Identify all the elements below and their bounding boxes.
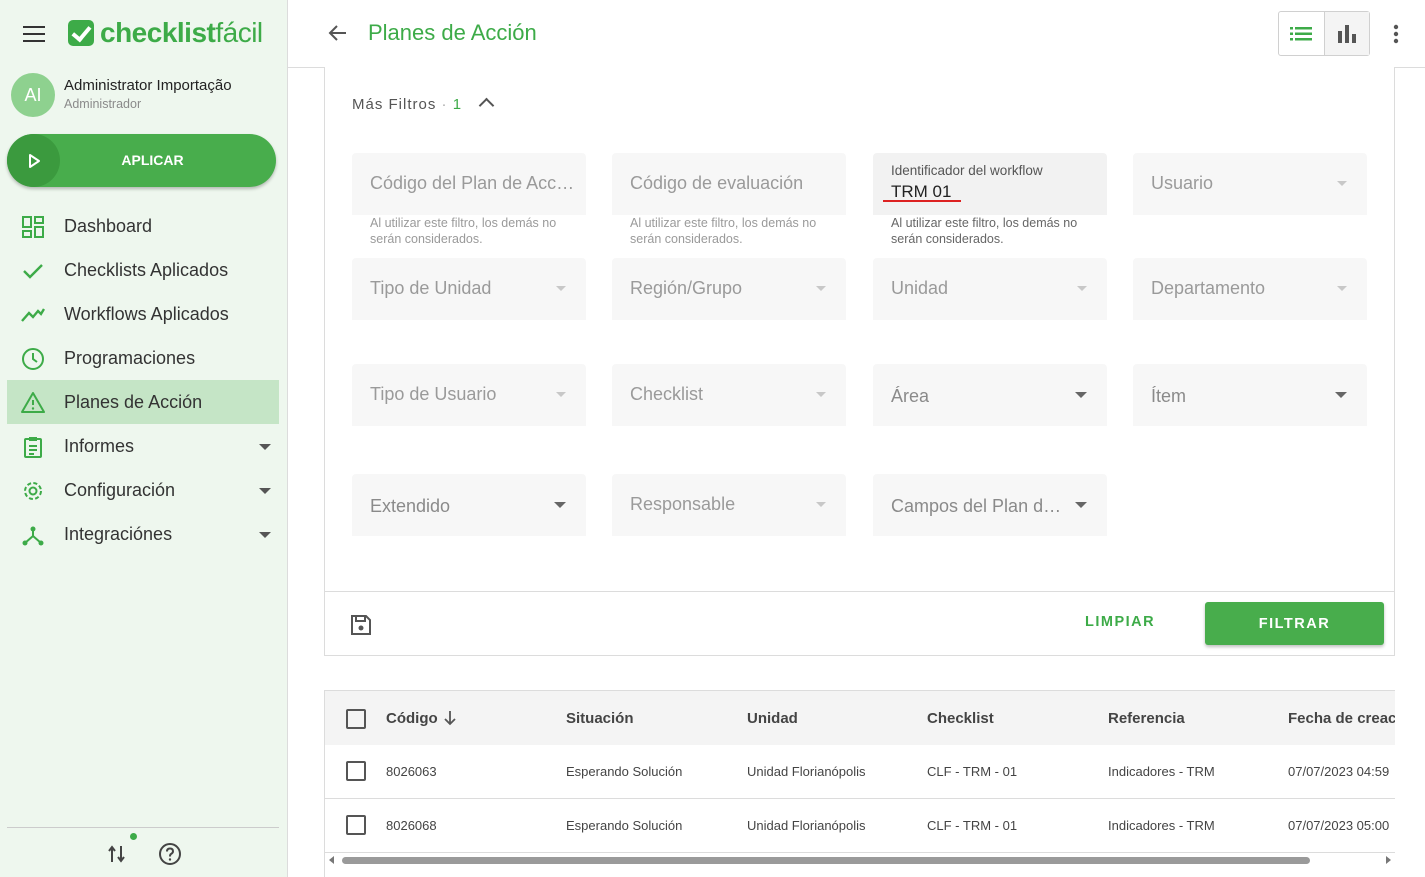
sidebar-item-integraciones[interactable]: Integraciónes (0, 512, 287, 556)
dropdown-arrow-icon (1337, 286, 1347, 291)
table-row[interactable]: 8026068 Esperando Solución Unidad Floria… (325, 799, 1395, 853)
clear-button[interactable]: LIMPIAR (1085, 614, 1155, 630)
list-icon (1290, 26, 1313, 40)
field-hint: Al utilizar este filtro, los demás no se… (891, 216, 1078, 246)
column-header[interactable]: Código (386, 710, 438, 727)
column-header[interactable]: Fecha de creación (1288, 710, 1395, 727)
scrollbar-thumb[interactable] (342, 857, 1310, 864)
row-checkbox[interactable] (346, 815, 366, 835)
area-select[interactable]: Área (873, 364, 1107, 426)
more-filters-toggle[interactable]: Más Filtros · 1 (352, 96, 495, 114)
dropdown-arrow-icon (1077, 286, 1087, 291)
action-plan-code-field[interactable]: Código del Plan de Acción (352, 153, 586, 215)
item-select[interactable]: Ítem (1133, 364, 1367, 426)
field-hint: Al utilizar este filtro, los demás no se… (630, 216, 817, 246)
sidebar-item-configuracion[interactable]: Configuración (0, 468, 287, 512)
campos-plan-select[interactable]: Campos del Plan de Acción (873, 474, 1107, 536)
list-view-button[interactable] (1279, 12, 1324, 55)
dropdown-arrow-icon (816, 392, 826, 397)
checklist-select[interactable]: Checklist (612, 364, 846, 426)
select-all-checkbox[interactable] (346, 709, 366, 729)
workflow-id-value: TRM 01 (891, 182, 952, 201)
table-header: Código Situación Unidad Checklist Refere… (325, 690, 1395, 746)
table-row[interactable]: 8026063 Esperando Solución Unidad Floria… (325, 745, 1395, 799)
user-name: Administrator Importação (64, 77, 232, 94)
sidebar-nav: Dashboard Checklists Aplicados Workflows… (0, 204, 287, 556)
gear-icon (24, 482, 42, 500)
usuario-select[interactable]: Usuario (1133, 153, 1367, 215)
save-icon[interactable] (349, 613, 373, 637)
unidad-select[interactable]: Unidad (873, 258, 1107, 320)
column-header[interactable]: Checklist (927, 710, 994, 727)
divider (325, 591, 1394, 592)
sync-icon[interactable] (106, 842, 128, 866)
filter-panel: Más Filtros · 1 Código del Plan de Acció… (324, 67, 1395, 656)
evaluation-code-field[interactable]: Código de evaluación (612, 153, 846, 215)
column-header[interactable]: Referencia (1108, 710, 1185, 727)
divider (7, 827, 279, 828)
dropdown-arrow-icon (554, 502, 566, 508)
row-checkbox[interactable] (346, 761, 366, 781)
clock-icon (22, 348, 44, 370)
tipo-usuario-select[interactable]: Tipo de Usuario (352, 364, 586, 426)
more-vert-icon[interactable] (1388, 22, 1404, 46)
filter-count-badge: 1 (452, 96, 463, 113)
logo: checklistfácil (68, 17, 263, 49)
sidebar-item-planes-de-accion[interactable]: Planes de Acción (7, 380, 279, 424)
clipboard-icon (24, 437, 42, 458)
apply-button[interactable]: APLICAR (7, 134, 276, 187)
sidebar-item-dashboard[interactable]: Dashboard (0, 204, 287, 248)
sidebar: checklistfácil AI Administrator Importaç… (0, 0, 288, 877)
chevron-up-icon (478, 97, 495, 114)
menu-icon[interactable] (23, 26, 45, 42)
top-bar: Planes de Acción (288, 0, 1425, 68)
responsable-select[interactable]: Responsable (612, 474, 846, 536)
dropdown-arrow-icon (556, 392, 566, 397)
chart-view-button[interactable] (1323, 12, 1369, 55)
dropdown-arrow-icon (816, 502, 826, 507)
page-title: Planes de Acción (368, 20, 537, 45)
column-header[interactable]: Situación (566, 710, 634, 727)
dropdown-arrow-icon (556, 286, 566, 291)
logo-check-icon (68, 20, 94, 46)
filter-button[interactable]: FILTRAR (1205, 602, 1384, 645)
departamento-select[interactable]: Departamento (1133, 258, 1367, 320)
spellcheck-underline (883, 200, 961, 202)
sidebar-item-programaciones[interactable]: Programaciones (0, 336, 287, 380)
check-icon (23, 264, 43, 279)
dropdown-arrow-icon (816, 286, 826, 291)
field-hint: Al utilizar este filtro, los demás no se… (370, 216, 557, 246)
dropdown-arrow-icon (1337, 181, 1347, 186)
sidebar-item-checklists[interactable]: Checklists Aplicados (0, 248, 287, 292)
dashboard-icon (22, 216, 44, 238)
status-dot (130, 833, 137, 840)
extendido-select[interactable]: Extendido (352, 474, 586, 536)
user-role: Administrador (64, 97, 142, 111)
tipo-unidad-select[interactable]: Tipo de Unidad (352, 258, 586, 320)
region-select[interactable]: Región/Grupo (612, 258, 846, 320)
column-header[interactable]: Unidad (747, 710, 798, 727)
back-arrow-icon[interactable] (326, 21, 350, 45)
scroll-left-icon[interactable] (329, 856, 334, 864)
dropdown-arrow-icon (1075, 502, 1087, 508)
bar-chart-icon (1337, 24, 1356, 43)
sidebar-item-workflows[interactable]: Workflows Aplicados (0, 292, 287, 336)
warning-icon (21, 392, 45, 413)
help-icon[interactable] (158, 842, 182, 866)
chevron-down-icon (259, 444, 271, 450)
dropdown-arrow-icon (1075, 392, 1087, 398)
chevron-down-icon (259, 488, 271, 494)
scroll-right-icon[interactable] (1386, 856, 1391, 864)
chevron-down-icon (259, 532, 271, 538)
sidebar-item-informes[interactable]: Informes (0, 424, 287, 468)
workflow-id-field[interactable]: Identificador del workflow TRM 01 (873, 153, 1107, 215)
results-table: Código Situación Unidad Checklist Refere… (324, 690, 1395, 877)
dropdown-arrow-icon (1335, 392, 1347, 398)
horizontal-scrollbar[interactable] (325, 853, 1395, 867)
arrow-down-icon[interactable] (442, 710, 458, 726)
avatar[interactable]: AI (11, 73, 55, 117)
integration-icon (22, 526, 44, 546)
view-toggle (1278, 11, 1370, 56)
trending-icon (21, 308, 45, 322)
